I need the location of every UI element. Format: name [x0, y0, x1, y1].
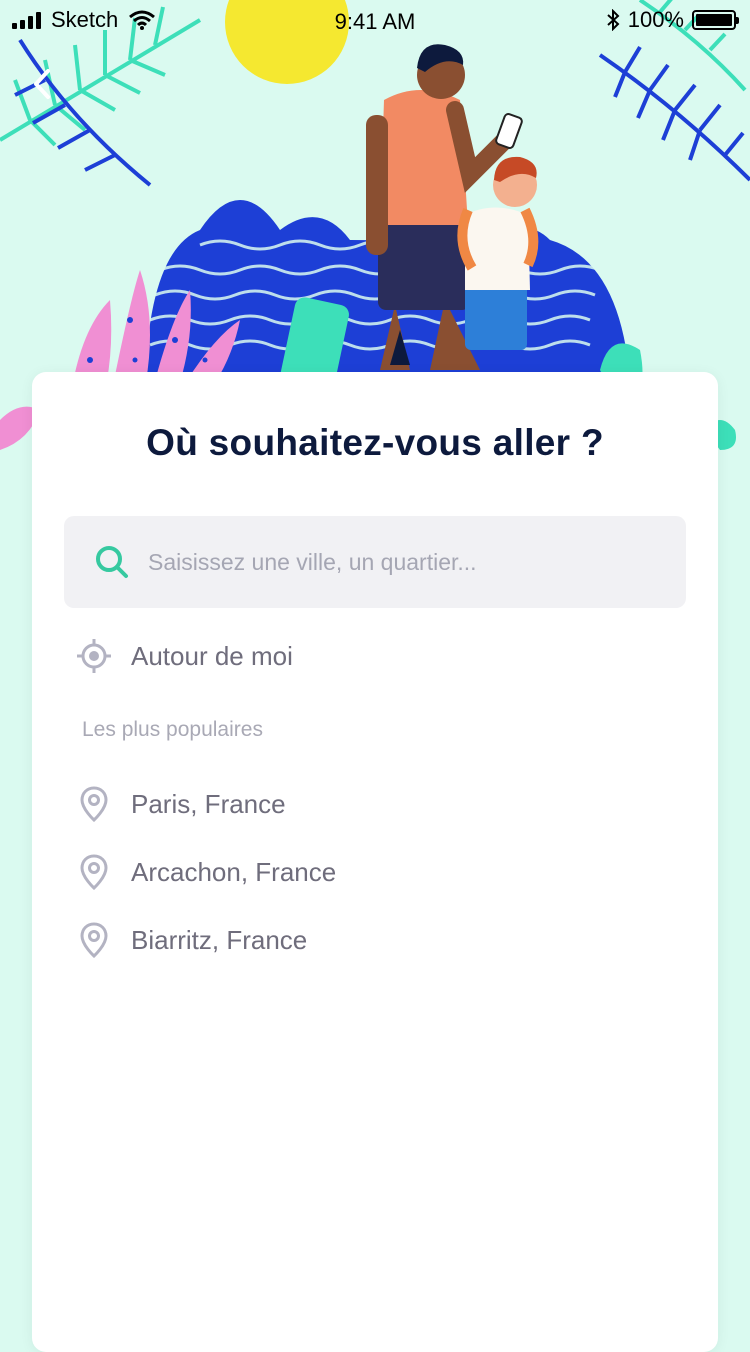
search-input[interactable]	[146, 547, 670, 577]
list-item-label: Arcachon, France	[131, 856, 337, 887]
nearby-option[interactable]: Autour de moi	[76, 638, 293, 674]
cellular-signal-icon	[12, 11, 41, 29]
battery-percentage: 100%	[627, 7, 684, 32]
list-item-label: Paris, France	[131, 788, 286, 819]
location-target-icon	[76, 638, 112, 674]
nearby-label: Autour de moi	[131, 640, 293, 671]
destination-card: Où souhaitez-vous aller ? Autour de moi …	[32, 372, 718, 1352]
map-pin-icon	[76, 922, 112, 958]
list-item-label: Biarritz, France	[131, 924, 308, 955]
leaf-top-right	[598, 45, 750, 182]
page-title: Où souhaitez-vous aller ?	[146, 422, 604, 463]
back-button[interactable]	[24, 64, 60, 104]
list-item-paris[interactable]: Paris, France	[76, 786, 286, 822]
wifi-icon	[129, 10, 156, 30]
chevron-left-icon	[34, 69, 50, 99]
search-bar[interactable]	[64, 516, 686, 608]
list-item-arcachon[interactable]: Arcachon, France	[76, 854, 336, 890]
map-pin-icon	[76, 854, 112, 890]
status-bar: Sketch 9:41 AM 100%	[0, 0, 750, 40]
search-icon	[94, 544, 130, 580]
battery-icon	[692, 10, 739, 30]
carrier-name: Sketch	[51, 7, 119, 32]
map-pin-icon	[76, 786, 112, 822]
popular-heading: Les plus populaires	[82, 718, 263, 741]
bluetooth-icon	[607, 9, 620, 31]
list-item-biarritz[interactable]: Biarritz, France	[76, 922, 307, 958]
